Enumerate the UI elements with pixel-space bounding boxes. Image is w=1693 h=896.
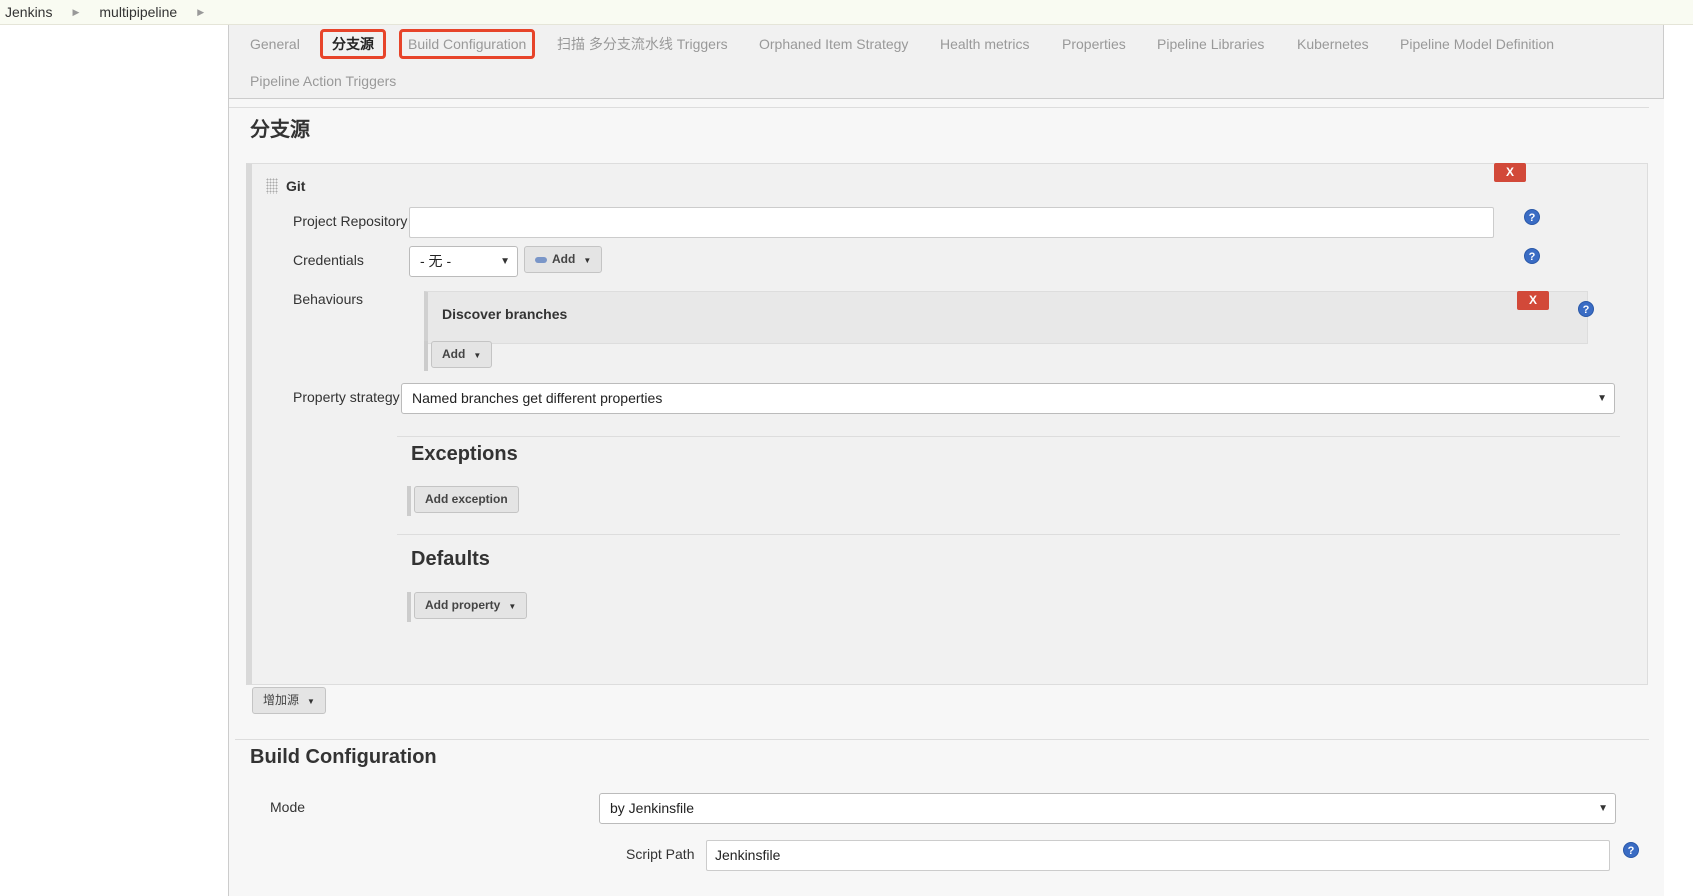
script-path-label: Script Path	[626, 846, 695, 862]
divider	[397, 436, 1620, 437]
add-property-button[interactable]: Add property ▼	[414, 592, 528, 619]
breadcrumb-jenkins[interactable]: Jenkins	[0, 4, 52, 20]
tab-health-metrics[interactable]: Health metrics	[940, 29, 1029, 59]
tab-general[interactable]: General	[250, 29, 300, 59]
chevron-right-icon[interactable]: ▶	[72, 7, 79, 18]
mode-value: by Jenkinsfile	[610, 800, 695, 816]
project-repository-input[interactable]	[409, 207, 1494, 238]
delete-git-source-button[interactable]: X	[1494, 163, 1526, 182]
chevron-down-icon: ▼	[1598, 803, 1608, 814]
property-strategy-select[interactable]: Named branches get different properties …	[401, 383, 1615, 414]
project-repository-label: Project Repository	[293, 213, 408, 229]
drag-handle-icon[interactable]	[266, 178, 278, 194]
tab-build-configuration[interactable]: Build Configuration	[399, 29, 536, 59]
add-source-label: 增加源	[263, 693, 300, 707]
add-exception-wrap: Add exception	[407, 486, 519, 516]
credentials-select[interactable]: - 无 - ▼	[409, 246, 518, 277]
property-strategy-label: Property strategy	[293, 389, 400, 405]
exceptions-title: Exceptions	[411, 443, 518, 465]
behaviour-title: Discover branches	[442, 306, 568, 322]
caret-down-icon: ▼	[583, 256, 592, 265]
help-icon[interactable]: ?	[1524, 248, 1540, 264]
tab-properties[interactable]: Properties	[1062, 29, 1126, 59]
help-icon[interactable]: ?	[1578, 301, 1594, 317]
section-title-build-configuration: Build Configuration	[250, 746, 437, 768]
tab-kubernetes[interactable]: Kubernetes	[1297, 29, 1369, 59]
mode-select[interactable]: by Jenkinsfile ▼	[599, 793, 1616, 824]
chevron-down-icon: ▼	[1597, 393, 1607, 404]
help-icon[interactable]: ?	[1524, 209, 1540, 225]
defaults-title: Defaults	[411, 548, 490, 570]
add-property-label: Add property	[425, 598, 501, 612]
add-exception-button[interactable]: Add exception	[414, 486, 519, 513]
add-behaviour-button[interactable]: Add ▼	[431, 341, 493, 368]
behaviours-label: Behaviours	[293, 291, 364, 307]
credentials-label: Credentials	[293, 252, 364, 268]
section-title-branch-sources: 分支源	[250, 119, 310, 141]
tab-branch-sources[interactable]: 分支源	[320, 29, 386, 59]
property-strategy-value: Named branches get different properties	[412, 390, 663, 406]
divider	[235, 739, 1649, 740]
git-source-block: Git X Project Repository ? Credentials -…	[246, 163, 1648, 685]
behaviours-add-wrap: Add ▼	[424, 341, 493, 371]
tab-scan-triggers[interactable]: 扫描 多分支流水线 Triggers	[557, 29, 728, 59]
delete-behaviour-button[interactable]: X	[1517, 291, 1549, 310]
tab-pipeline-action-triggers[interactable]: Pipeline Action Triggers	[250, 66, 396, 96]
breadcrumb-multipipeline[interactable]: multipipeline	[99, 4, 177, 20]
divider	[397, 534, 1620, 535]
add-credentials-button[interactable]: Add ▼	[524, 246, 603, 273]
caret-down-icon: ▼	[508, 602, 517, 611]
caret-down-icon: ▼	[473, 351, 482, 360]
mode-label: Mode	[270, 799, 306, 815]
add-credentials-label: Add	[552, 252, 576, 266]
add-behaviour-label: Add	[442, 347, 466, 361]
credentials-select-value: - 无 -	[420, 253, 452, 269]
behaviour-discover-branches: Discover branches X	[424, 291, 1588, 344]
config-tab-bar: General 分支源 Build Configuration 扫描 多分支流水…	[228, 25, 1664, 99]
divider	[229, 107, 1649, 108]
help-icon[interactable]: ?	[1623, 842, 1639, 858]
chevron-down-icon: ▼	[500, 256, 510, 267]
add-property-wrap: Add property ▼	[407, 592, 528, 622]
breadcrumb: Jenkins ▶ multipipeline ▶	[0, 0, 1693, 25]
chevron-right-icon[interactable]: ▶	[197, 7, 204, 18]
tab-pipeline-libraries[interactable]: Pipeline Libraries	[1157, 29, 1264, 59]
add-source-button[interactable]: 增加源 ▼	[252, 687, 326, 714]
tab-orphaned-item-strategy[interactable]: Orphaned Item Strategy	[759, 29, 908, 59]
caret-down-icon: ▼	[307, 697, 315, 706]
tab-pipeline-model-definition[interactable]: Pipeline Model Definition	[1400, 29, 1554, 59]
config-main: 分支源 Git X Project Repository ? Credentia…	[228, 99, 1664, 896]
key-icon	[535, 256, 547, 263]
git-source-title: Git	[286, 178, 306, 194]
script-path-input[interactable]: Jenkinsfile	[706, 840, 1610, 871]
